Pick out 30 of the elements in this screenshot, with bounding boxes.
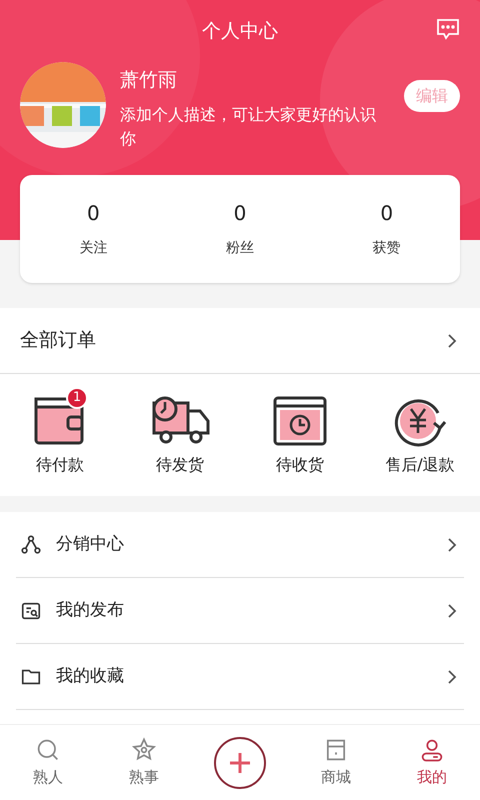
stat-label[interactable]: 获赞 (372, 238, 401, 259)
stat-value: 0 (380, 200, 394, 227)
tab[interactable]: 熟事 (96, 736, 192, 789)
tab[interactable]: 熟人 (0, 736, 96, 789)
profile-description[interactable]: 添加个人描述，可让大家更好的认识你 (120, 102, 380, 150)
menu-label: 我的发布 (56, 598, 125, 622)
all-orders-row[interactable]: 全部订单 (0, 308, 480, 374)
order-status-label[interactable]: 待发货 (156, 453, 204, 477)
order-status-label[interactable]: 售后/退款 (385, 453, 455, 477)
menu-row[interactable]: 我的发布 (16, 578, 464, 644)
order-status-label[interactable]: 待付款 (36, 453, 84, 477)
menu-row[interactable]: 我的收藏 (16, 644, 464, 710)
stat-label[interactable]: 粉丝 (226, 238, 254, 259)
tab[interactable]: 我的 (384, 736, 480, 789)
menu-label: 我的收藏 (56, 664, 125, 688)
stat-value: 0 (86, 200, 100, 227)
network-icon (20, 534, 42, 556)
message-icon[interactable] (436, 18, 460, 40)
user-name: 萧竹雨 (120, 68, 178, 93)
menu-row[interactable]: 分销中心 (16, 512, 464, 578)
plus-icon (228, 750, 252, 774)
tab[interactable]: 商城 (288, 736, 384, 789)
add-button[interactable] (214, 736, 266, 788)
stat-label[interactable]: 关注 (79, 238, 108, 259)
count-badge: 1 (66, 387, 88, 409)
all-orders-label: 全部订单 (20, 328, 96, 354)
stat-value: 0 (234, 200, 246, 227)
page-title: 个人中心 (202, 18, 278, 44)
menu-label: 分销中心 (56, 532, 125, 556)
order-status-label[interactable]: 待收货 (276, 453, 324, 477)
